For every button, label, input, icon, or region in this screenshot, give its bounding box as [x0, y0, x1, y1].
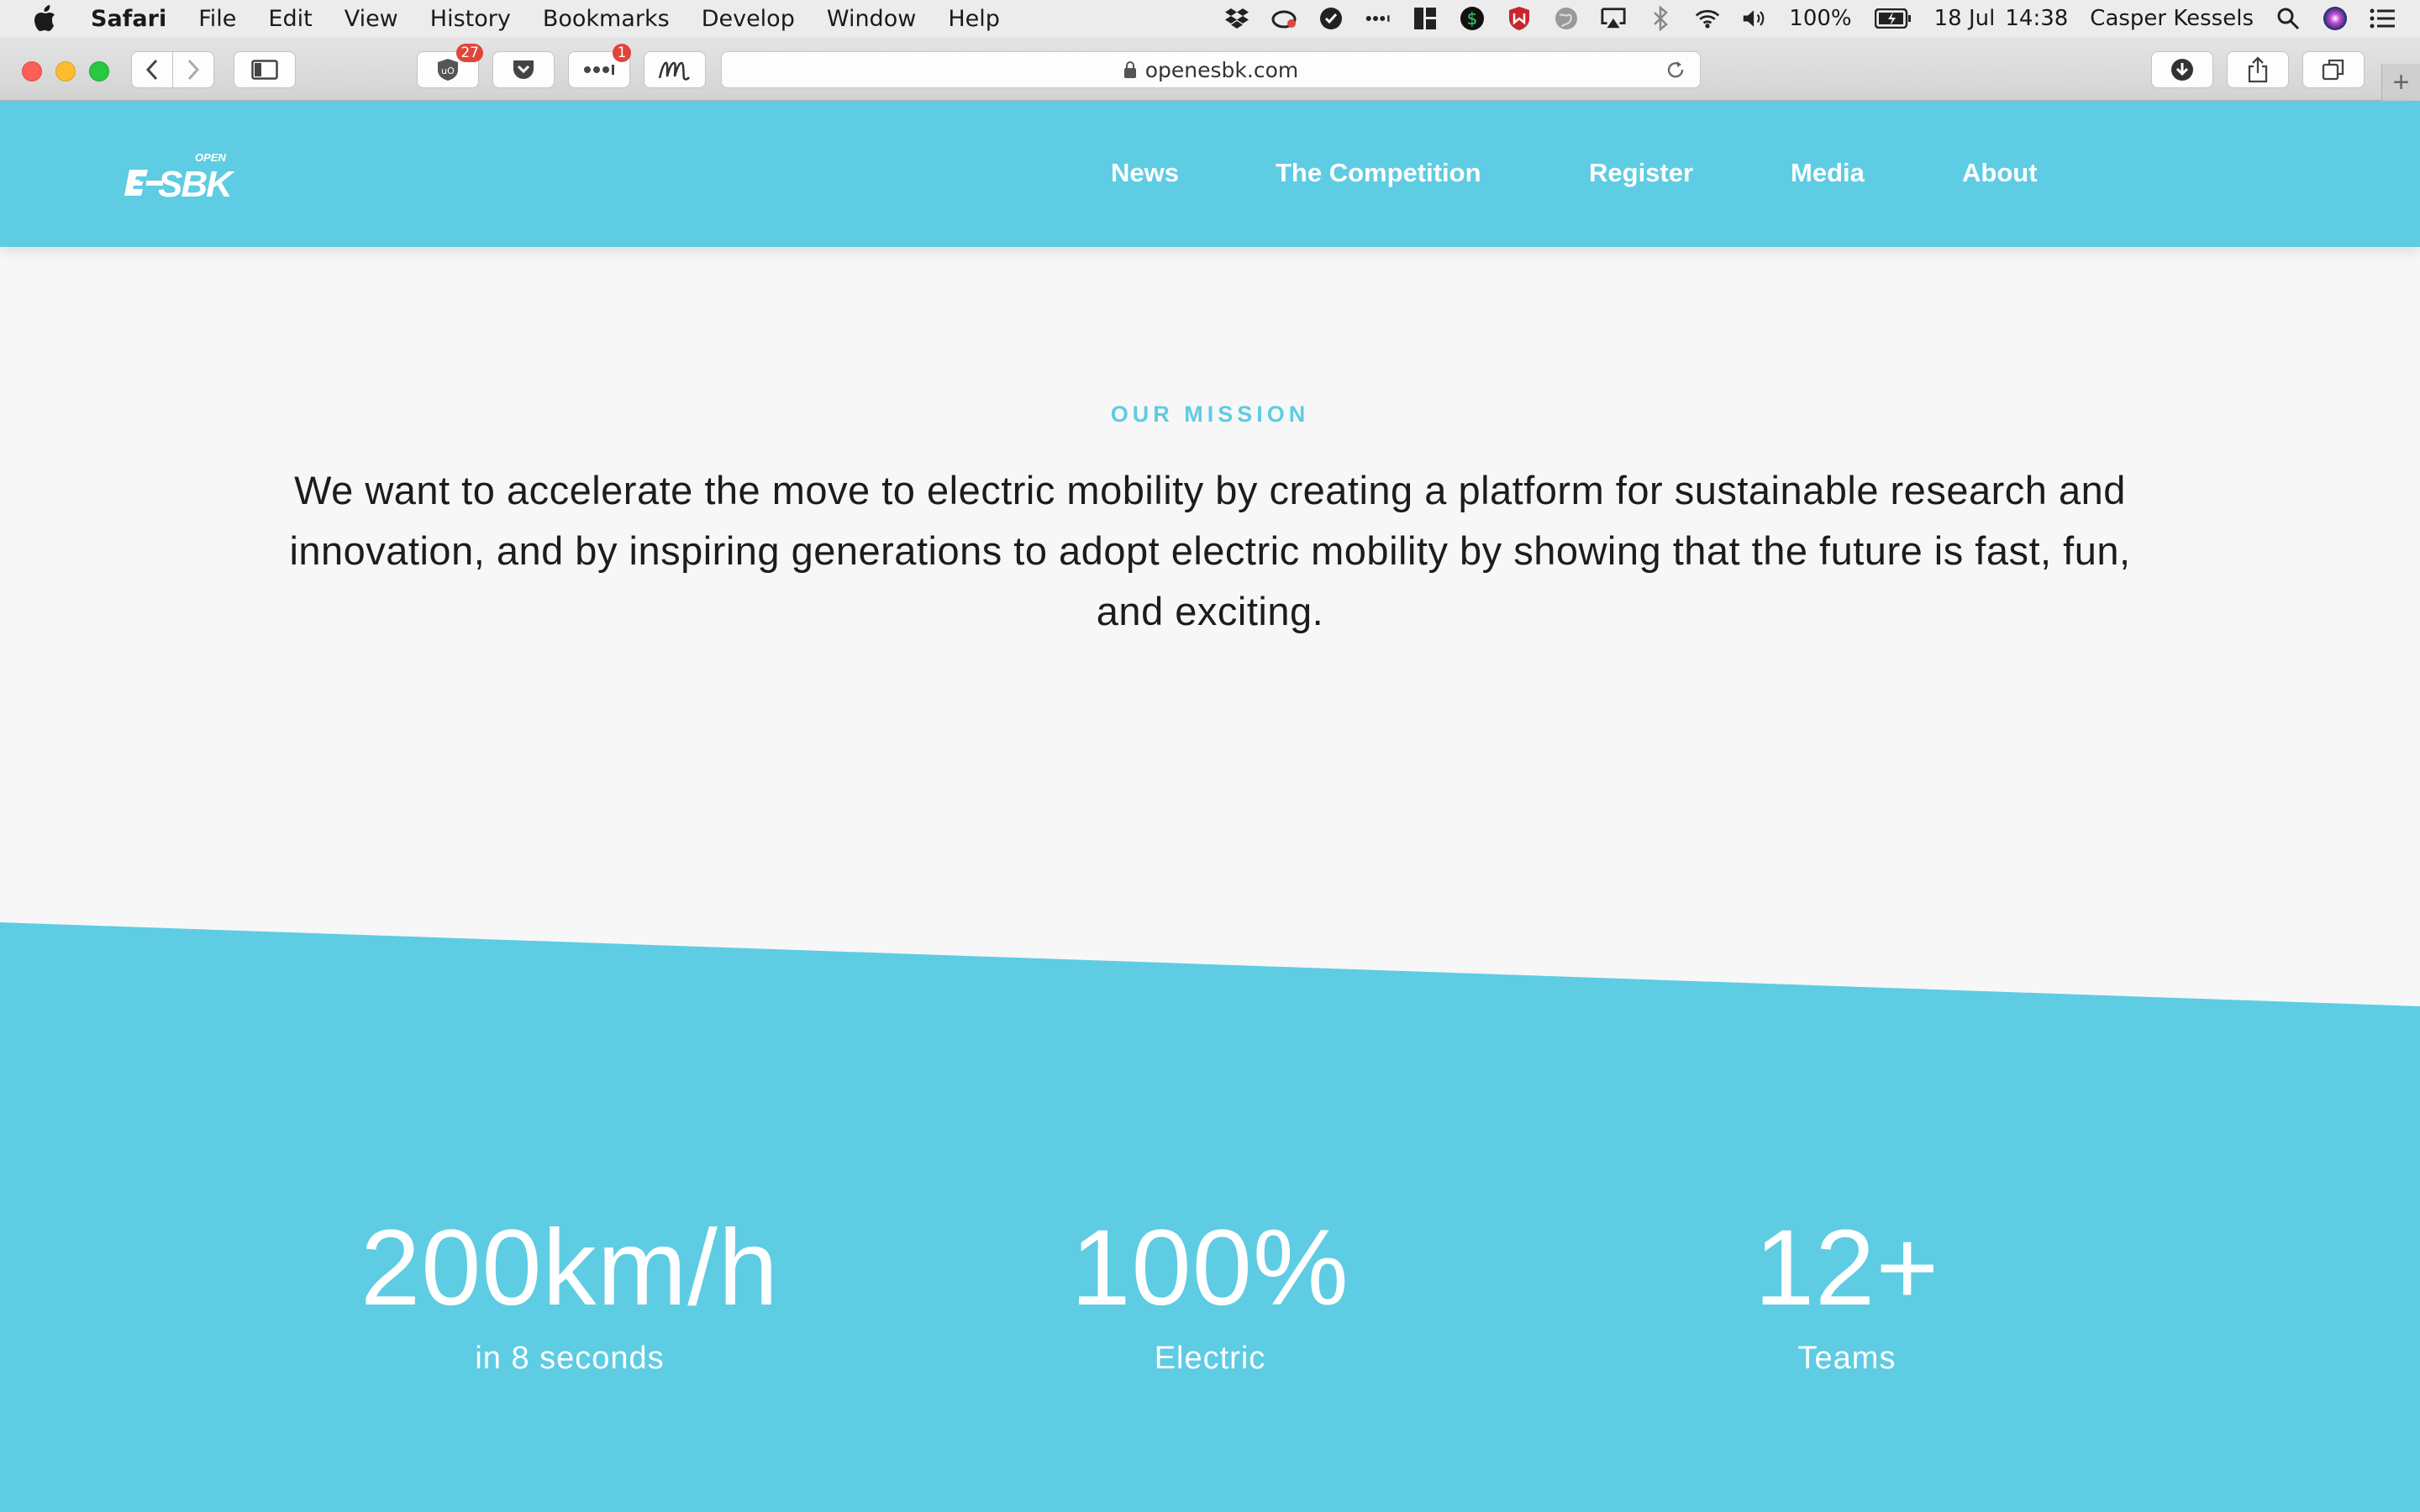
stat-electric-caption: Electric [1154, 1341, 1266, 1376]
chevron-right-icon [187, 59, 200, 81]
sidebar-toggle-button[interactable] [234, 51, 296, 88]
menu-develop[interactable]: Develop [702, 6, 795, 32]
menu-edit[interactable]: Edit [268, 6, 312, 32]
menu-bookmarks[interactable]: Bookmarks [543, 6, 670, 32]
pocket-extension-button[interactable] [492, 51, 555, 88]
status-area: $ 100% 18 Jul 14:38 Casper Kessels [1224, 0, 2395, 37]
menu-file[interactable]: File [198, 6, 236, 32]
tabs-overview-icon [2322, 59, 2344, 81]
downloads-button[interactable] [2151, 51, 2213, 88]
globe-icon[interactable] [1554, 6, 1579, 31]
stat-teams-caption: Teams [1797, 1341, 1897, 1376]
siri-icon[interactable] [2323, 6, 2348, 31]
window-layout-icon[interactable] [1413, 6, 1438, 31]
share-icon [2248, 56, 2268, 83]
minimize-window-button[interactable] [55, 61, 76, 81]
share-button[interactable] [2227, 51, 2289, 88]
battery-percent: 100% [1789, 6, 1852, 31]
download-icon [2171, 59, 2193, 81]
svg-text:uO: uO [441, 66, 455, 76]
nav-news[interactable]: News [1111, 158, 1179, 188]
ublock-badge: 27 [456, 44, 483, 62]
stat-teams: 12+ Teams [1511, 1210, 2183, 1377]
bluetooth-icon[interactable] [1648, 6, 1673, 31]
macos-menu-bar: Safari File Edit View History Bookmarks … [0, 0, 2420, 37]
ublock-extension-button[interactable]: uO 27 [417, 44, 483, 88]
menu-user[interactable]: Casper Kessels [2090, 6, 2254, 31]
main-nav: News The Competition Register Media Abou… [0, 158, 2420, 192]
script-m-icon [658, 61, 691, 81]
close-window-button[interactable] [22, 61, 42, 81]
menu-time[interactable]: 14:38 [2005, 6, 2068, 31]
mission-label: OUR MISSION [1110, 402, 1310, 427]
zoom-window-button[interactable] [89, 61, 109, 81]
menu-date[interactable]: 18 Jul [1934, 6, 1996, 31]
airplay-icon[interactable] [1601, 6, 1626, 31]
nav-about[interactable]: About [1962, 158, 2038, 188]
script-extension-button[interactable] [644, 51, 706, 88]
stat-speed: 200km/h in 8 seconds [234, 1210, 906, 1377]
notification-center-icon[interactable] [2370, 6, 2395, 31]
chevron-left-icon [145, 59, 158, 81]
ublock-shield-icon: uO [438, 59, 458, 81]
stat-electric: 100% Electric [874, 1210, 1546, 1377]
sidebar-icon [251, 60, 278, 80]
mission-statement: We want to accelerate the move to electr… [289, 468, 2131, 633]
plus-icon: + [2392, 66, 2410, 98]
menu-help[interactable]: Help [948, 6, 1000, 32]
address-bar[interactable]: openesbk.com [721, 51, 1701, 88]
mcafee-shield-icon[interactable] [1507, 6, 1532, 31]
spotlight-search-icon[interactable] [2275, 6, 2301, 31]
reload-icon[interactable] [1665, 60, 1686, 87]
creative-cloud-icon[interactable] [1271, 6, 1297, 31]
dropbox-icon[interactable] [1224, 6, 1249, 31]
url-text: openesbk.com [1144, 57, 1299, 82]
menu-app-name[interactable]: Safari [91, 6, 166, 32]
back-button[interactable] [131, 51, 173, 88]
mission-section: OUR MISSION We want to accelerate the mo… [0, 247, 2420, 919]
nav-the-competition[interactable]: The Competition [1276, 158, 1481, 188]
wifi-icon[interactable] [1695, 6, 1720, 31]
show-tabs-button[interactable] [2302, 51, 2365, 88]
pocket-icon [513, 60, 534, 79]
more-dots-icon[interactable] [1365, 6, 1391, 31]
svg-text:$: $ [1467, 8, 1478, 29]
more-extensions-badge: 1 [613, 44, 631, 62]
ellipsis-icon [584, 65, 614, 75]
dollar-app-icon[interactable]: $ [1460, 6, 1485, 31]
stat-teams-value: 12+ [1754, 1208, 1940, 1328]
stat-speed-caption: in 8 seconds [475, 1341, 665, 1376]
stat-electric-value: 100% [1071, 1208, 1349, 1328]
nav-media[interactable]: Media [1791, 158, 1865, 188]
stat-speed-value: 200km/h [360, 1208, 779, 1328]
more-extensions-button[interactable]: 1 [568, 44, 631, 88]
menu-window[interactable]: Window [827, 6, 916, 32]
clock-app-icon[interactable] [1318, 6, 1344, 31]
battery-icon[interactable] [1874, 6, 1912, 31]
lock-icon [1123, 60, 1137, 79]
safari-toolbar: uO 27 1 openesbk.com + [0, 37, 2420, 101]
forward-button[interactable] [172, 51, 214, 88]
volume-icon[interactable] [1742, 6, 1767, 31]
nav-register[interactable]: Register [1589, 158, 1693, 188]
site-header: OPEN SBK News The Competition Register M… [0, 101, 2420, 247]
new-tab-button[interactable]: + [2381, 64, 2420, 101]
menu-view[interactable]: View [345, 6, 398, 32]
menu-history[interactable]: History [430, 6, 511, 32]
apple-menu-icon[interactable] [34, 5, 60, 32]
